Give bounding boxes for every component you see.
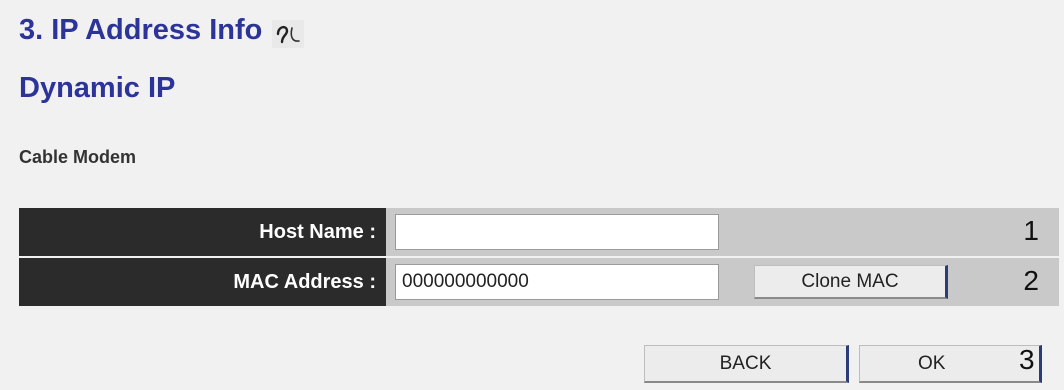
back-button[interactable]: BACK	[644, 345, 849, 383]
mac-address-label: MAC Address :	[19, 258, 386, 306]
help-icon[interactable]	[272, 20, 305, 48]
page-title: 3. IP Address Info	[19, 12, 305, 48]
step-number-3: 3	[1019, 344, 1035, 375]
ip-form-table: Host Name : 1 MAC Address : Clone MAC 2	[19, 208, 1059, 308]
connection-type-heading: Dynamic IP	[19, 72, 176, 104]
mac-address-input[interactable]	[395, 264, 719, 300]
row-number-1: 1	[1023, 215, 1039, 246]
host-name-value-cell: 1	[386, 208, 1059, 256]
host-name-label: Host Name :	[19, 208, 386, 256]
ok-button[interactable]: OK	[859, 345, 1042, 383]
row-number-2: 2	[1023, 265, 1039, 296]
clone-mac-button[interactable]: Clone MAC	[754, 265, 948, 299]
page-title-text: 3. IP Address Info	[19, 13, 263, 46]
section-label: Cable Modem	[19, 147, 137, 167]
mac-address-value-cell: Clone MAC 2	[386, 258, 1059, 306]
mac-address-row: MAC Address : Clone MAC 2	[19, 258, 1059, 306]
host-name-row: Host Name : 1	[19, 208, 1059, 256]
host-name-input[interactable]	[395, 214, 719, 250]
